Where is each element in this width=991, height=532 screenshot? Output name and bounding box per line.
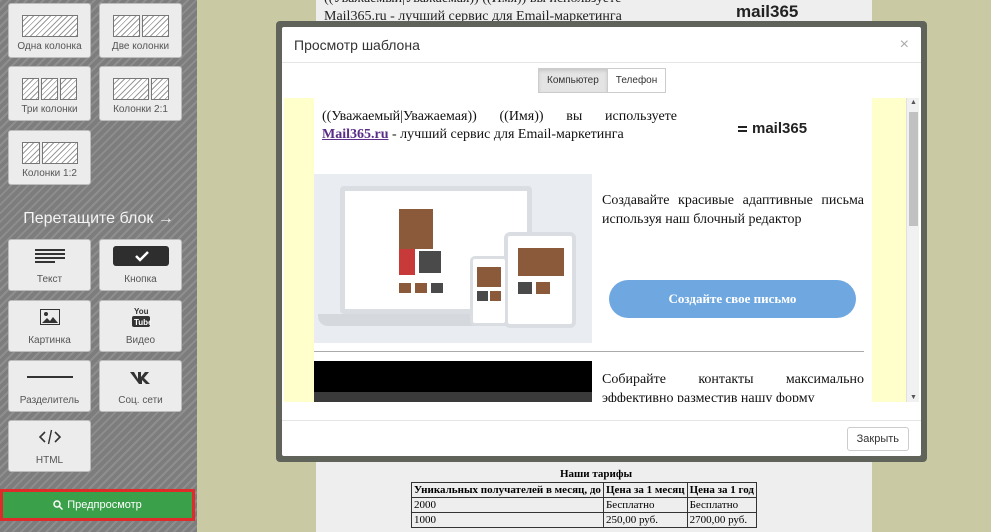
svg-text:Tube: Tube bbox=[134, 318, 151, 327]
mail365-link[interactable]: Mail365.ru bbox=[322, 127, 389, 142]
block-video-label: Видео bbox=[125, 335, 156, 346]
toggle-desktop-button[interactable]: Компьютер bbox=[538, 68, 608, 93]
template-preview-dialog: Просмотр шаблона × Компьютер Телефон ((У… bbox=[276, 21, 927, 462]
block-palette-sidebar: Одна колонка Две колонки Три колонки Кол… bbox=[0, 0, 197, 532]
columns-1-2-icon bbox=[21, 142, 78, 164]
table-cell: 250,00 руб. bbox=[602, 512, 688, 528]
block-social[interactable]: Соц. сети bbox=[99, 360, 182, 412]
table-row: 1000 250,00 руб. 2700,00 руб. bbox=[411, 512, 758, 528]
block-social-label: Соц. сети bbox=[118, 395, 163, 406]
layout-three-columns[interactable]: Три колонки bbox=[8, 66, 91, 121]
modal-title: Просмотр шаблона bbox=[294, 36, 420, 53]
preview-button[interactable]: Предпросмотр bbox=[0, 489, 195, 521]
greeting-prefix: ((Уважаемый|Уважаемая)) ((Имя)) вы испол… bbox=[322, 109, 677, 124]
layout-two-columns[interactable]: Две колонки bbox=[99, 3, 182, 58]
tariffs-table: Уникальных получателей в месяц, до Цена … bbox=[411, 482, 758, 528]
toggle-mobile-button[interactable]: Телефон bbox=[607, 68, 667, 93]
promo-text-form: Собирайте контакты максимально эффективн… bbox=[602, 372, 864, 402]
email-divider bbox=[314, 351, 864, 352]
table-header-cell: Уникальных получателей в месяц, до bbox=[411, 482, 604, 498]
email-preview-area[interactable]: ((Уважаемый|Уважаемая)) ((Имя)) вы испол… bbox=[284, 98, 919, 402]
logo-text: mail365 bbox=[752, 120, 808, 137]
preview-scrollbar[interactable]: ▲ ▼ bbox=[906, 98, 919, 402]
svg-text:You: You bbox=[134, 307, 149, 316]
device-toggle: Компьютер Телефон bbox=[538, 68, 667, 93]
columns-2-1-icon bbox=[112, 78, 169, 100]
table-row: 2000 Бесплатно Бесплатно bbox=[411, 497, 758, 513]
phone-mockup bbox=[470, 256, 508, 326]
two-columns-icon bbox=[112, 15, 169, 37]
layout-columns-1-2[interactable]: Колонки 1:2 bbox=[8, 130, 91, 185]
layout-columns-1-2-label: Колонки 1:2 bbox=[22, 168, 77, 179]
tariffs-title: Наши тарифы bbox=[559, 468, 633, 480]
table-header-row: Уникальных получателей в месяц, до Цена … bbox=[411, 482, 758, 498]
modal-footer: Закрыть bbox=[282, 420, 921, 456]
create-letter-button[interactable]: Создайте свое письмо bbox=[609, 280, 856, 318]
email-body: ((Уважаемый|Уважаемая)) ((Имя)) вы испол… bbox=[314, 98, 872, 402]
tariffs-block: Наши тарифы Уникальных получателей в мес… bbox=[411, 468, 781, 528]
modal-header: Просмотр шаблона × bbox=[282, 27, 921, 63]
search-icon bbox=[53, 500, 64, 510]
canvas-logo: mail365 bbox=[736, 2, 799, 21]
block-video[interactable]: You Tube Видео bbox=[99, 300, 182, 352]
layout-columns-2-1-label: Колонки 2:1 bbox=[113, 104, 168, 115]
vk-icon bbox=[129, 363, 153, 391]
block-button-label: Кнопка bbox=[124, 274, 157, 285]
table-cell: 1000 bbox=[411, 512, 604, 528]
divider-line-icon bbox=[26, 363, 73, 391]
three-columns-icon bbox=[22, 78, 77, 100]
table-header-cell: Цена за 1 год bbox=[686, 482, 758, 498]
logo-bars-icon bbox=[738, 125, 747, 132]
form-screenshot bbox=[314, 361, 592, 402]
mail365-logo: mail365 bbox=[738, 120, 807, 137]
one-column-icon bbox=[21, 15, 78, 37]
block-html[interactable]: HTML bbox=[8, 420, 91, 472]
layout-one-column[interactable]: Одна колонка bbox=[8, 3, 91, 58]
table-cell: Бесплатно bbox=[602, 497, 688, 513]
close-icon[interactable]: × bbox=[900, 36, 909, 54]
block-text[interactable]: Текст bbox=[8, 239, 91, 291]
email-greeting: ((Уважаемый|Уважаемая)) ((Имя)) вы испол… bbox=[322, 108, 677, 144]
tablet-mockup bbox=[504, 232, 576, 328]
scroll-up-icon[interactable]: ▲ bbox=[907, 99, 919, 106]
greeting-suffix: - лучший сервис для Email-маркетинга bbox=[388, 127, 624, 142]
table-cell: 2700,00 руб. bbox=[686, 512, 758, 528]
devices-screenshot bbox=[314, 174, 592, 343]
layout-columns-2-1[interactable]: Колонки 2:1 bbox=[99, 66, 182, 121]
modal-content: Просмотр шаблона × Компьютер Телефон ((У… bbox=[282, 27, 921, 456]
promo-text-editor: Создавайте красивые адаптивные письма ис… bbox=[602, 193, 864, 227]
layout-three-columns-label: Три колонки bbox=[21, 104, 78, 115]
layout-two-columns-label: Две колонки bbox=[111, 41, 170, 52]
layout-one-column-label: Одна колонка bbox=[17, 41, 82, 52]
block-divider[interactable]: Разделитель bbox=[8, 360, 91, 412]
block-image[interactable]: Картинка bbox=[8, 300, 91, 352]
image-icon bbox=[39, 303, 60, 331]
text-lines-icon bbox=[34, 242, 65, 270]
code-icon bbox=[38, 423, 61, 451]
close-button[interactable]: Закрыть bbox=[846, 427, 909, 451]
youtube-icon: You Tube bbox=[131, 303, 151, 331]
table-header-cell: Цена за 1 месяц bbox=[602, 482, 688, 498]
block-divider-label: Разделитель bbox=[19, 395, 80, 406]
table-cell: 2000 bbox=[411, 497, 604, 513]
block-button[interactable]: Кнопка bbox=[99, 239, 182, 291]
check-button-icon bbox=[112, 242, 169, 270]
scroll-down-icon[interactable]: ▼ bbox=[907, 394, 919, 401]
block-image-label: Картинка bbox=[28, 335, 71, 346]
table-cell: Бесплатно bbox=[686, 497, 758, 513]
drag-block-hint: Перетащите блок → bbox=[23, 210, 174, 227]
block-text-label: Текст bbox=[36, 274, 63, 285]
preview-button-label: Предпросмотр bbox=[67, 499, 142, 511]
scrollbar-thumb[interactable] bbox=[909, 112, 918, 226]
block-html-label: HTML bbox=[35, 455, 64, 466]
